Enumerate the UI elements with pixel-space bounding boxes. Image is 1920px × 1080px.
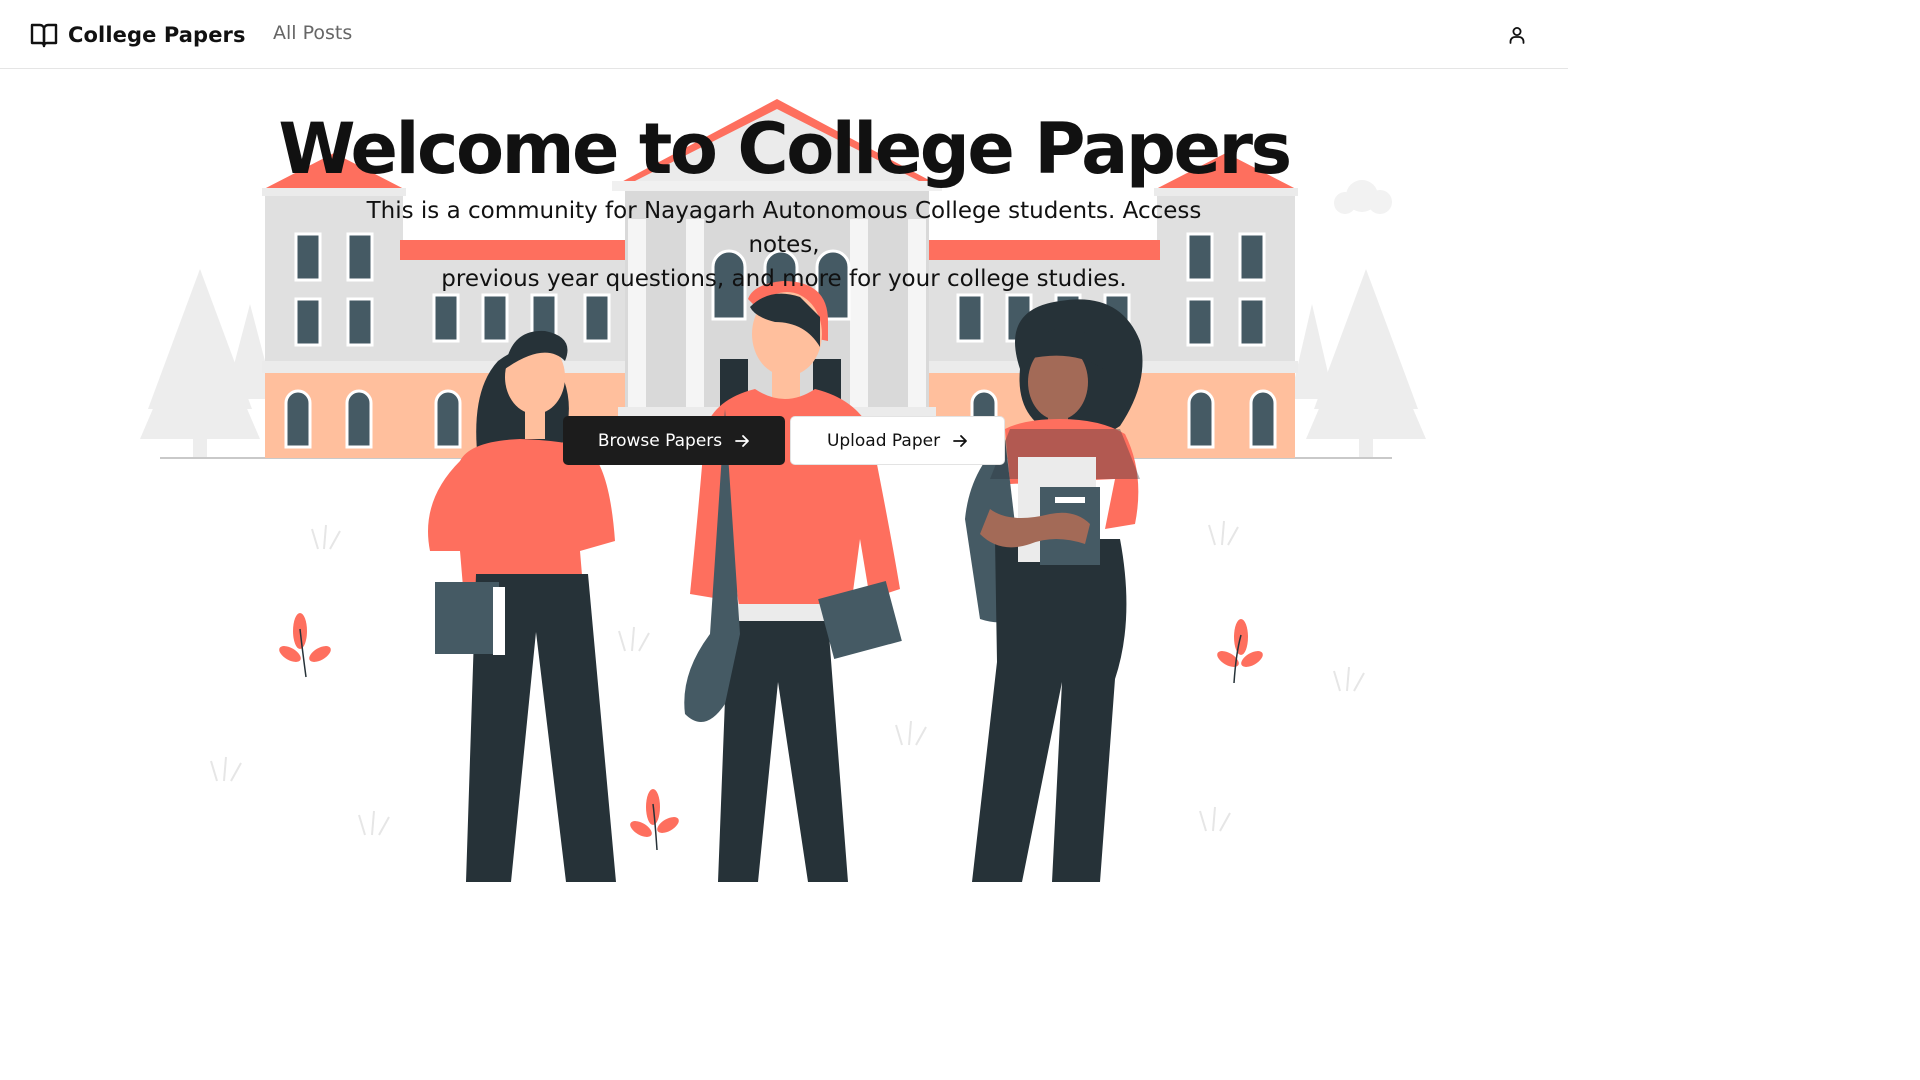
page-title: Welcome to College Papers xyxy=(278,108,1292,190)
upload-paper-label: Upload Paper xyxy=(826,430,941,451)
brand-name: College Papers xyxy=(68,23,246,47)
upload-paper-button[interactable]: Upload Paper xyxy=(790,416,1005,465)
hero-subtitle: This is a community for Nayagarh Autonom… xyxy=(334,194,1234,296)
user-icon xyxy=(1509,27,1525,44)
browse-papers-label: Browse Papers xyxy=(597,430,723,451)
nav-all-posts-link[interactable]: All Posts xyxy=(273,22,352,44)
hero-subtitle-line-2: previous year questions, and more for yo… xyxy=(441,266,1127,292)
user-account-button[interactable] xyxy=(1504,22,1530,48)
brand-home-link[interactable]: College Papers xyxy=(30,19,246,51)
arrow-right-icon xyxy=(735,434,750,447)
hero-subtitle-line-1: This is a community for Nayagarh Autonom… xyxy=(366,198,1202,258)
hero-section: Welcome to College Papers This is a comm… xyxy=(0,69,1568,882)
top-navigation-bar: College Papers All Posts xyxy=(0,0,1568,69)
arrow-right-icon xyxy=(953,434,967,447)
browse-papers-button[interactable]: Browse Papers xyxy=(563,416,785,465)
open-book-icon xyxy=(30,23,58,48)
